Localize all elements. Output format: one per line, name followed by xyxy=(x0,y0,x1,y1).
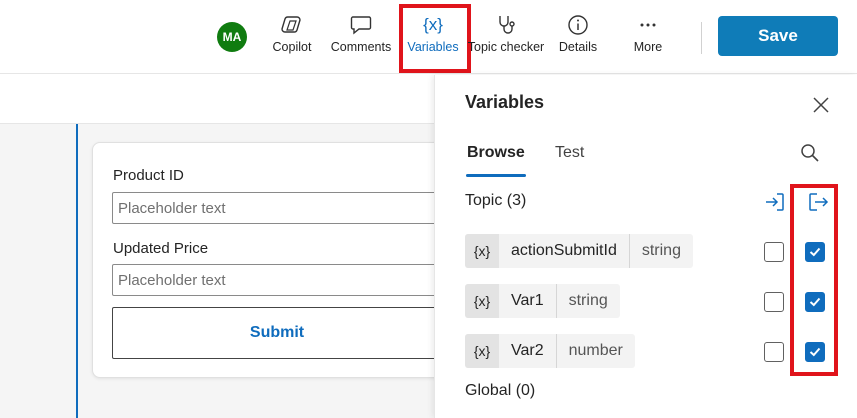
details-button[interactable]: Details xyxy=(556,14,600,60)
copilot-button[interactable]: Copilot xyxy=(268,14,316,60)
variable-name: Var2 xyxy=(511,342,544,359)
variables-highlight-box xyxy=(399,4,471,73)
topic-checker-label: Topic checker xyxy=(467,40,545,54)
tab-test[interactable]: Test xyxy=(555,144,584,162)
variable-name: Var1 xyxy=(511,292,544,309)
product-id-input[interactable]: Placeholder text xyxy=(112,192,442,224)
top-toolbar: MA Copilot Comments {x} Variables Topic … xyxy=(0,0,857,74)
variable-badge-icon: {x} xyxy=(465,284,499,318)
panel-title: Variables xyxy=(465,92,545,112)
search-icon[interactable] xyxy=(799,142,821,164)
global-section-title: Global (0) xyxy=(465,382,536,399)
input-checkbox[interactable] xyxy=(764,342,784,362)
stethoscope-icon xyxy=(495,14,517,36)
updated-price-input[interactable]: Placeholder text xyxy=(112,264,442,296)
input-checkbox[interactable] xyxy=(764,242,784,262)
save-button[interactable]: Save xyxy=(718,16,838,56)
node-accent-line xyxy=(76,124,78,418)
copilot-label: Copilot xyxy=(272,40,312,54)
canvas-header-strip xyxy=(0,75,434,124)
tab-browse[interactable]: Browse xyxy=(467,144,525,162)
variable-badge-icon: {x} xyxy=(465,234,499,268)
more-label: More xyxy=(633,40,663,54)
avatar[interactable]: MA xyxy=(217,22,247,52)
variable-name: actionSubmitId xyxy=(511,242,617,259)
active-tab-indicator xyxy=(466,174,526,177)
close-icon[interactable] xyxy=(811,95,831,115)
variable-type: string xyxy=(628,234,693,268)
variable-type: string xyxy=(555,284,620,318)
output-column-highlight-box xyxy=(790,184,838,376)
variable-type: number xyxy=(555,334,635,368)
toolbar-divider xyxy=(701,22,702,54)
variable-badge-icon: {x} xyxy=(465,334,499,368)
variable-row[interactable]: {x} Var1 string xyxy=(465,284,620,318)
more-icon xyxy=(637,14,659,36)
details-label: Details xyxy=(558,40,598,54)
product-id-label: Product ID xyxy=(113,167,184,184)
input-checkbox[interactable] xyxy=(764,292,784,312)
input-icon[interactable] xyxy=(763,190,787,214)
topic-section-title: Topic (3) xyxy=(465,192,527,209)
comments-button[interactable]: Comments xyxy=(330,14,392,60)
submit-button[interactable]: Submit xyxy=(112,307,442,359)
comment-icon xyxy=(350,14,372,36)
more-button[interactable]: More xyxy=(628,14,668,60)
info-icon xyxy=(567,14,589,36)
comments-label: Comments xyxy=(330,40,392,54)
variable-row[interactable]: {x} actionSubmitId string xyxy=(465,234,693,268)
updated-price-label: Updated Price xyxy=(113,240,209,257)
variables-panel: Variables Browse Test Topic (3) {x} acti… xyxy=(434,75,857,418)
copilot-icon xyxy=(280,14,304,36)
topic-checker-button[interactable]: Topic checker xyxy=(466,14,546,60)
variable-row[interactable]: {x} Var2 number xyxy=(465,334,635,368)
adaptive-card-preview: Product ID Placeholder text Updated Pric… xyxy=(92,142,452,378)
authoring-canvas: Product ID Placeholder text Updated Pric… xyxy=(0,75,452,418)
